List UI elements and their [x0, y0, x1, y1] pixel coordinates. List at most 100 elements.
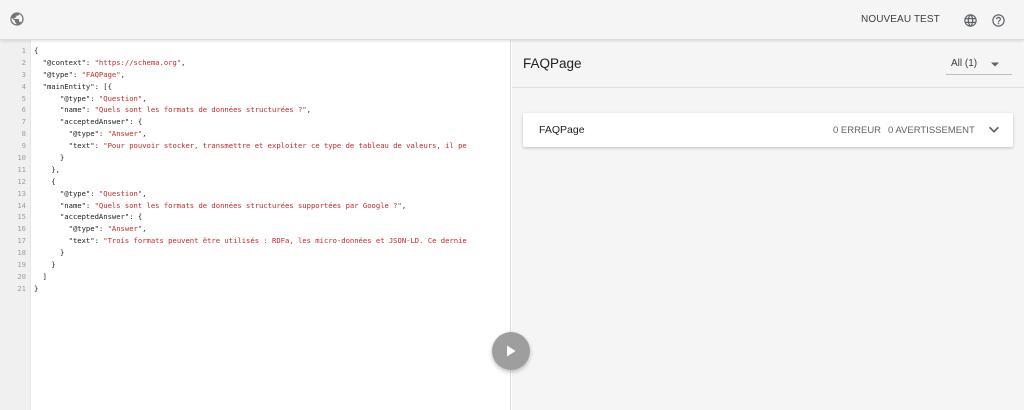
line-number: 6 — [21, 105, 26, 115]
top-app-bar: NOUVEAU TEST — [0, 0, 1024, 40]
globe-language-icon[interactable] — [963, 13, 978, 28]
code-string-token: "https://schema.org" — [94, 57, 182, 67]
line-number: 16 — [17, 224, 26, 234]
code-string-token: "Answer" — [107, 224, 143, 234]
code-string-token: "Trois formats peuvent être utilisés : R… — [103, 236, 467, 246]
line-number: 5 — [21, 93, 26, 103]
code-line[interactable]: "@type": "Question", — [34, 93, 510, 105]
code-token: "text": — [34, 141, 104, 151]
line-number: 8 — [21, 129, 26, 139]
results-title: FAQPage — [523, 56, 582, 71]
code-token: "@type": — [34, 69, 82, 79]
code-token: "@type": — [34, 129, 108, 139]
line-number: 14 — [17, 200, 26, 210]
code-line[interactable]: "text": "Pour pouvoir stocker, transmett… — [34, 140, 510, 152]
code-line[interactable]: { — [34, 176, 510, 188]
line-number: 9 — [21, 141, 26, 151]
code-token: , — [142, 188, 147, 198]
code-token: } — [34, 283, 39, 293]
line-number: 4 — [21, 81, 26, 91]
code-token: "acceptedAnswer": { — [34, 212, 143, 222]
line-number: 12 — [17, 176, 26, 186]
line-number: 11 — [17, 164, 26, 174]
code-line[interactable]: { — [34, 45, 510, 57]
code-token: "@context": — [34, 57, 95, 67]
code-token: "mainEntity": [{ — [34, 81, 112, 91]
code-token: }, — [34, 164, 60, 174]
code-line[interactable]: "@type": "Answer", — [34, 223, 510, 235]
line-number: 3 — [21, 69, 26, 79]
code-string-token: "Pour pouvoir stocker, transmettre et ex… — [103, 141, 467, 151]
line-number: 2 — [21, 57, 26, 67]
chevron-down-icon[interactable] — [989, 126, 999, 133]
line-numbers: 1 2 3 4 5 6 7 8 9 10 11 12 13 14 15 16 17 18 19 20 21 — [0, 45, 26, 295]
globe-icon[interactable] — [9, 11, 25, 27]
line-number: 19 — [17, 260, 26, 270]
line-number: 17 — [17, 236, 26, 246]
code-token: { — [34, 176, 56, 186]
code-line[interactable]: "@type": "Answer", — [34, 128, 510, 140]
filter-select[interactable]: All (1) — [946, 53, 1012, 75]
line-number-gutter: 1 2 3 4 5 6 7 8 9 10 11 12 13 14 15 16 17 18 19 20 21 — [0, 40, 31, 410]
line-number: 21 — [17, 283, 26, 293]
code-line[interactable]: } — [34, 152, 510, 164]
code-string-token: "Question" — [98, 93, 143, 103]
code-token: { — [34, 46, 39, 55]
code-string-token: "Answer" — [107, 129, 143, 139]
line-number: 18 — [17, 248, 26, 258]
line-number: 1 — [21, 46, 26, 55]
code-line[interactable]: "mainEntity": [{ — [34, 81, 510, 93]
error-count: 0 ERREUR — [833, 125, 882, 136]
code-token: , — [306, 105, 311, 115]
results-panel: FAQPage All (1) FAQPage 0 ERREUR 0 AVERT… — [512, 40, 1024, 410]
code-string-token: "Quels sont les formats de données struc… — [94, 105, 307, 115]
new-test-button[interactable]: NOUVEAU TEST — [861, 12, 940, 28]
code-line[interactable]: }, — [34, 164, 510, 176]
code-line[interactable]: "@context": "https://schema.org", — [34, 57, 510, 69]
code-string-token: "Question" — [98, 188, 143, 198]
code-token: } — [34, 260, 56, 270]
code-token: ] — [34, 271, 47, 281]
code-token: "@type": — [34, 188, 99, 198]
result-item-faqpage[interactable]: FAQPage 0 ERREUR 0 AVERTISSEMENT — [523, 113, 1013, 147]
code-line[interactable]: "acceptedAnswer": { — [34, 116, 510, 128]
code-token: "@type": — [34, 224, 108, 234]
code-line[interactable]: "name": "Quels sont les formats de donné… — [34, 200, 510, 212]
code-token: , — [401, 200, 407, 210]
code-line[interactable]: } — [34, 283, 510, 295]
code-token: , — [142, 93, 147, 103]
filter-selected-value: All (1) — [951, 58, 978, 69]
code-line[interactable]: "@type": "FAQPage", — [34, 69, 510, 81]
code-token: } — [34, 248, 65, 258]
code-line[interactable]: "text": "Trois formats peuvent être util… — [34, 235, 510, 247]
code-line[interactable]: "@type": "Question", — [34, 188, 510, 200]
code-token: , — [181, 57, 186, 67]
results-header: FAQPage All (1) — [512, 40, 1024, 88]
dropdown-arrow-icon — [991, 62, 999, 67]
run-test-button[interactable] — [492, 332, 530, 370]
code-line[interactable]: } — [34, 259, 510, 271]
code-token: , — [120, 69, 125, 79]
code-string-token: "FAQPage" — [81, 69, 121, 79]
play-icon — [507, 345, 516, 357]
code-string-token: "Quels sont les formats de données struc… — [94, 200, 402, 210]
code-line[interactable]: ] — [34, 271, 510, 283]
code-line[interactable]: "name": "Quels sont les formats de donné… — [34, 104, 510, 116]
code-token: } — [34, 153, 65, 163]
code-line[interactable]: } — [34, 247, 510, 259]
code-token: "name": — [34, 200, 95, 210]
line-number: 20 — [17, 271, 26, 281]
code-token: "name": — [34, 105, 95, 115]
code-editor[interactable]: 1 2 3 4 5 6 7 8 9 10 11 12 13 14 15 16 17 18 19 20 21 { "@co… — [0, 40, 511, 410]
line-number: 13 — [17, 188, 26, 198]
code-token: "text": — [34, 236, 104, 246]
result-item-title: FAQPage — [539, 124, 585, 136]
warning-count: 0 AVERTISSEMENT — [888, 125, 975, 136]
code-token: "@type": — [34, 93, 99, 103]
code-token: "acceptedAnswer": { — [34, 117, 143, 127]
code-token: , — [142, 224, 147, 234]
line-number: 15 — [17, 212, 26, 222]
code-line[interactable]: "acceptedAnswer": { — [34, 211, 510, 223]
code-content[interactable]: { "@context": "https://schema.org", "@ty… — [34, 45, 510, 295]
help-icon[interactable] — [991, 13, 1006, 28]
